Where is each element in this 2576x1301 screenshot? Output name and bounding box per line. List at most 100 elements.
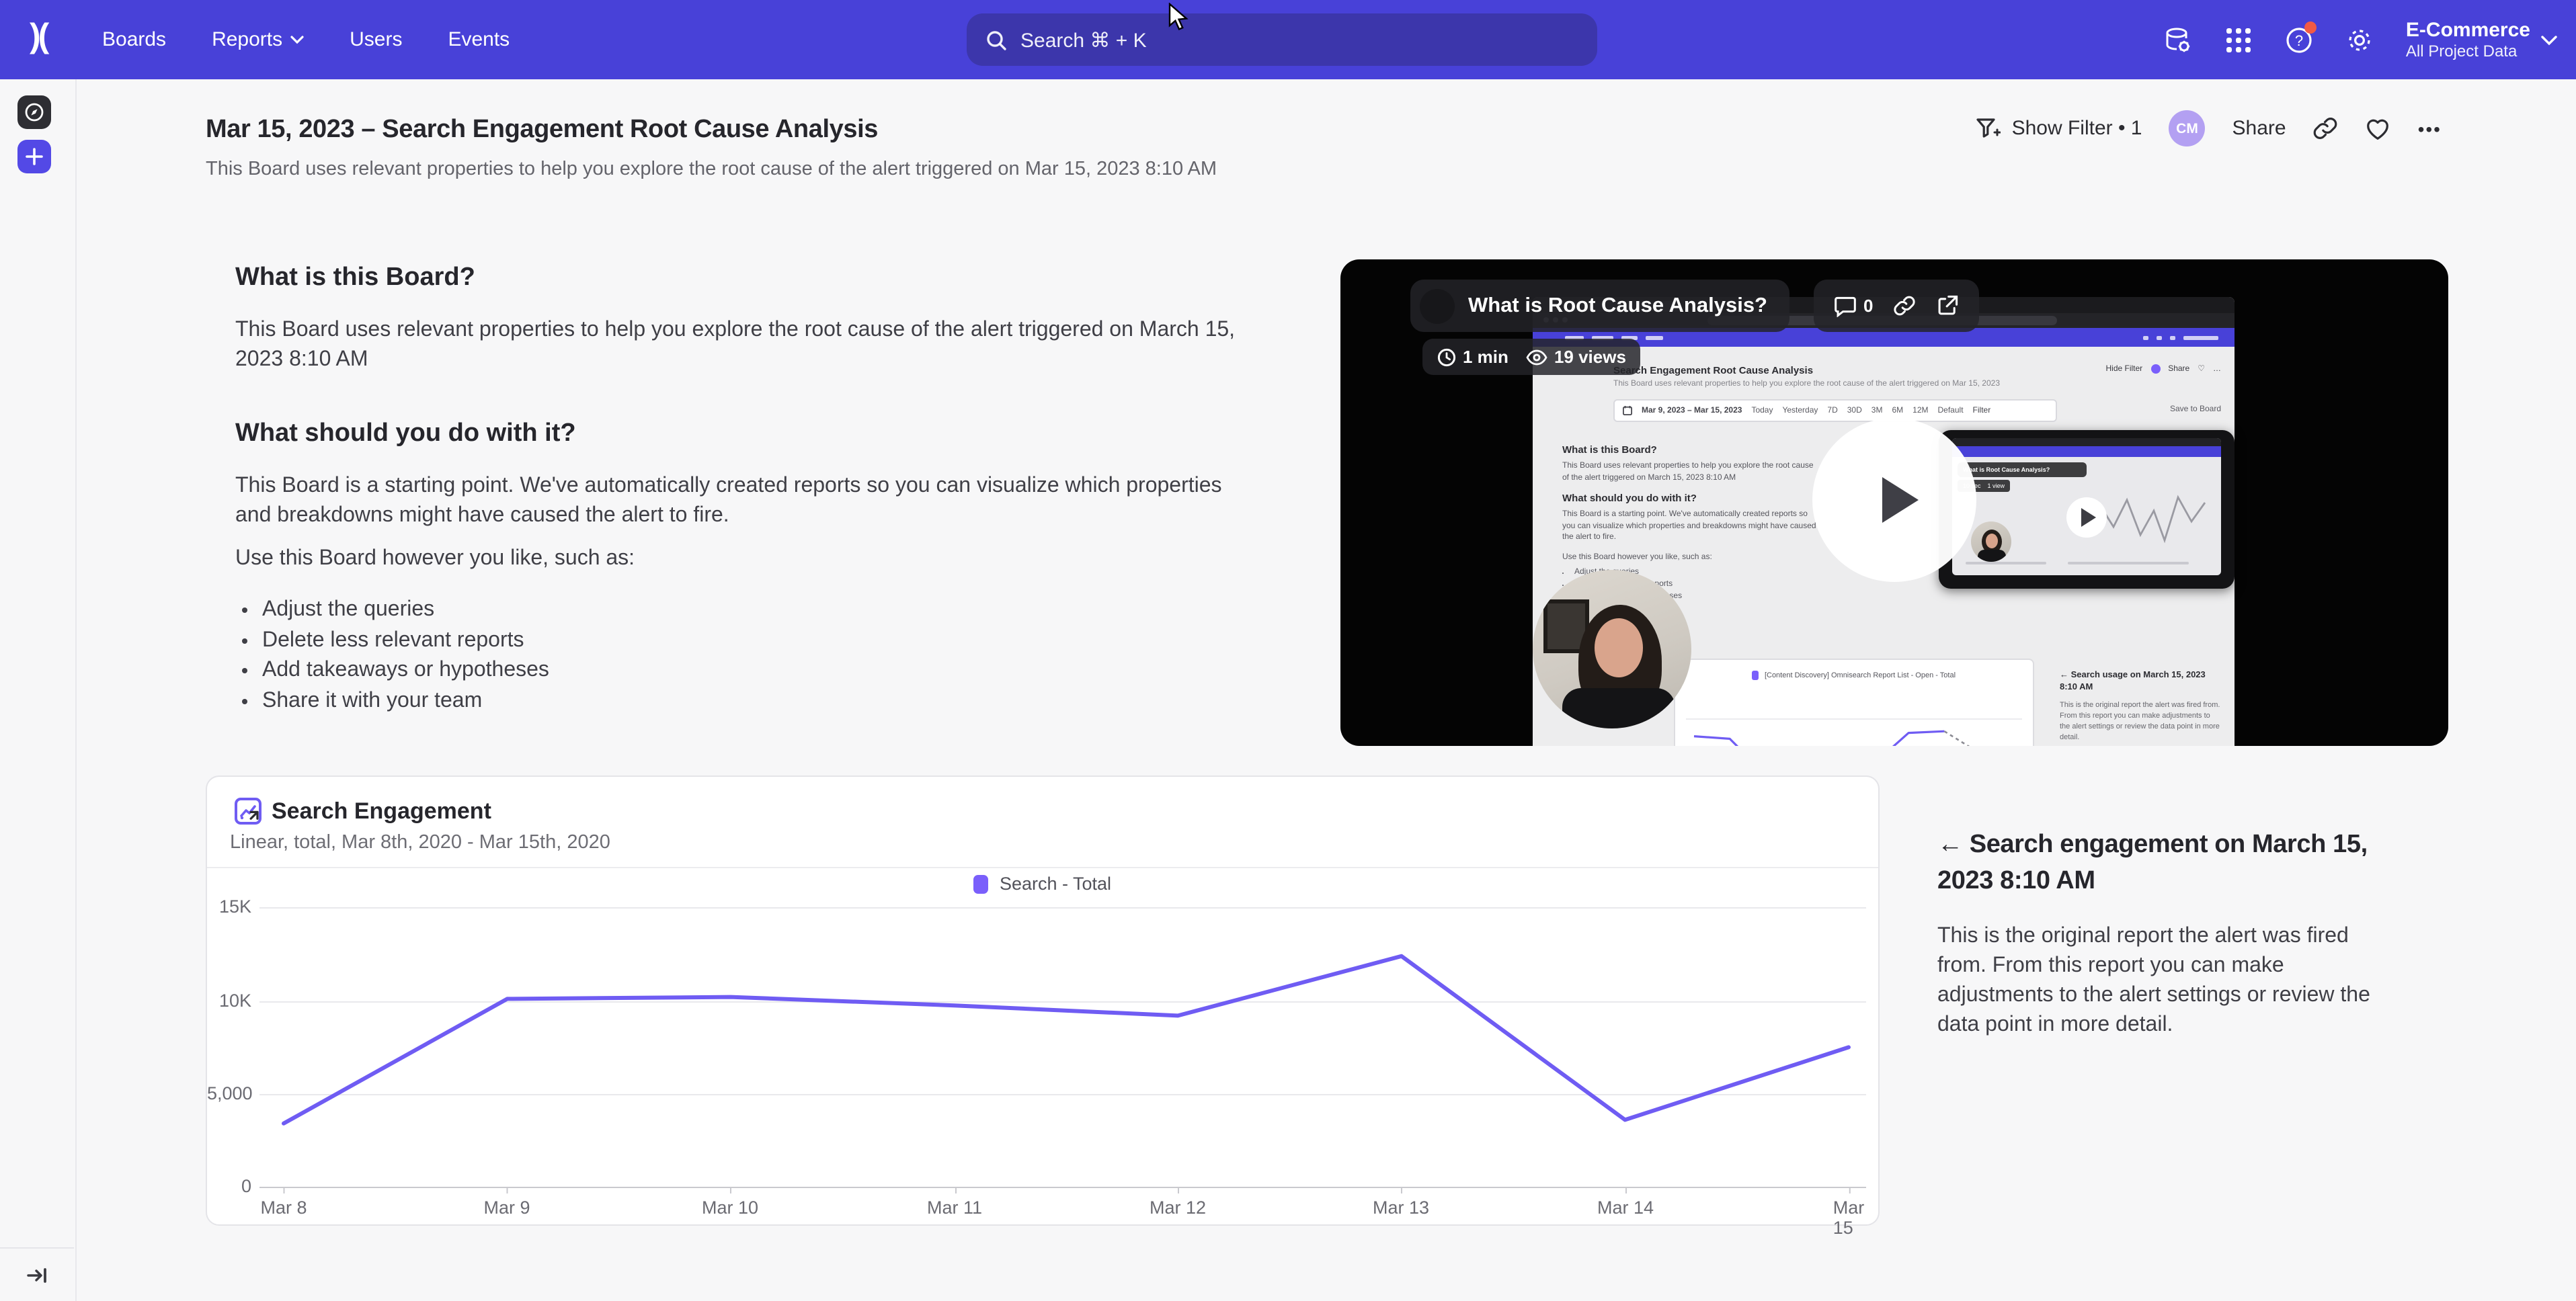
mini-date-filter: Mar 9, 2023 – Mar 15, 2023 TodayYesterda… <box>1613 399 2057 422</box>
page: )( Boards Reports Users Events Search ⌘ … <box>0 0 2576 1301</box>
calendar-icon <box>1623 406 1632 415</box>
page-title: Mar 15, 2023 – Search Engagement Root Ca… <box>206 116 878 145</box>
mini-report-card: [Content Discovery] Omnisearch Report Li… <box>1674 659 2034 746</box>
list-item: Delete less relevant reports <box>262 626 1250 656</box>
annotation-body: This is the original report the alert wa… <box>1937 922 2381 1040</box>
nested-video-thumbnail: What is Root Cause Analysis? 10 sec1 vie… <box>1939 430 2235 589</box>
presenter-webcam-bubble <box>1533 570 1691 728</box>
search-input[interactable]: Search ⌘ + K <box>967 13 1597 66</box>
project-scope: All Project Data <box>2406 42 2530 60</box>
video-player[interactable]: Search Engagement Root Cause Analysis Th… <box>1340 259 2448 746</box>
nested-video-title: What is Root Cause Analysis? <box>1958 462 2087 477</box>
mini-line-chart <box>1686 695 2022 746</box>
insights-report-icon <box>234 797 266 829</box>
show-filter-button[interactable]: Show Filter • 1 <box>1976 116 2142 140</box>
compass-icon <box>24 102 44 122</box>
x-tick-label: Mar 14 <box>1597 1198 1654 1218</box>
report-annotation: ← Search engagement on March 15, 2023 8:… <box>1937 827 2381 1040</box>
expand-sidebar-button[interactable] <box>0 1247 74 1301</box>
share-button[interactable]: Share <box>2232 117 2286 140</box>
video-logo-avatar <box>1420 288 1455 323</box>
copy-link-button[interactable] <box>2313 116 2339 141</box>
y-tick-label: 15K <box>207 896 251 917</box>
avatar <box>2150 364 2160 374</box>
chevron-down-icon <box>290 35 304 44</box>
favorite-button[interactable] <box>2366 116 2391 140</box>
comment-icon <box>1834 295 1857 317</box>
play-icon <box>1882 477 1918 523</box>
mini-board-title: Search Engagement Root Cause Analysis <box>1613 364 1813 376</box>
page-subtitle: This Board uses relevant properties to h… <box>206 159 1217 180</box>
nav-item-users[interactable]: Users <box>350 28 402 51</box>
y-tick-label: 0 <box>207 1176 251 1196</box>
video-views: 19 views <box>1526 347 1626 367</box>
help-icon[interactable]: ? <box>2285 25 2315 54</box>
intro-bullet-list: Adjust the queries Delete less relevant … <box>262 595 1250 716</box>
video-meta: 1 min 19 views <box>1422 339 1641 375</box>
x-tick-label: Mar 8 <box>260 1198 307 1218</box>
svg-text:?: ? <box>2296 32 2304 48</box>
x-tick-label: Mar 11 <box>927 1198 982 1218</box>
legend-swatch <box>974 874 989 893</box>
mixpanel-logo-icon[interactable]: )( <box>30 17 46 56</box>
video-actions: 0 <box>1814 280 1979 332</box>
x-tick-label: Mar 12 <box>1150 1198 1206 1218</box>
settings-gear-icon[interactable] <box>2345 25 2375 54</box>
report-subtitle: Linear, total, Mar 8th, 2020 - Mar 15th,… <box>230 832 610 853</box>
link-icon[interactable] <box>1893 294 1916 317</box>
plus-icon <box>26 148 43 165</box>
mini-annotation: ← Search usage on March 15, 2023 8:10 AM… <box>2060 669 2221 743</box>
x-tick-label: Mar 15 <box>1833 1198 1865 1238</box>
intro-paragraph-2: This Board is a starting point. We've au… <box>235 472 1250 531</box>
y-tick-label: 10K <box>207 991 251 1011</box>
nav-item-boards[interactable]: Boards <box>102 28 166 51</box>
video-title-bar: What is Root Cause Analysis? <box>1410 280 1789 332</box>
nav-item-reports[interactable]: Reports <box>212 28 304 51</box>
x-tick-label: Mar 10 <box>702 1198 758 1218</box>
add-board-button[interactable] <box>17 140 51 173</box>
intro-paragraph-3: Use this Board however you like, such as… <box>235 544 1250 574</box>
data-management-icon[interactable] <box>2164 25 2193 54</box>
x-tick-label: Mar 9 <box>483 1198 530 1218</box>
intro-text: What is this Board? This Board uses rele… <box>235 263 1250 716</box>
project-selector[interactable]: E-Commerce All Project Data <box>2406 19 2557 60</box>
mini-board-controls: Hide Filter Share ♡… <box>2106 364 2222 374</box>
heart-icon <box>2366 116 2391 140</box>
y-tick-label: 5,000 <box>207 1083 251 1103</box>
nav-right-cluster: ? E-Commerce All Project Data <box>2164 0 2557 79</box>
search-placeholder: Search ⌘ + K <box>1020 28 1147 52</box>
open-external-icon[interactable] <box>1936 294 1959 317</box>
board-header-controls: Show Filter • 1 CM Share ••• <box>1976 110 2442 146</box>
intro-heading-2: What should you do with it? <box>235 419 1250 449</box>
apps-grid-icon[interactable] <box>2224 25 2254 54</box>
nav-menu: Boards Reports Users Events <box>102 0 510 79</box>
video-title: What is Root Cause Analysis? <box>1468 294 1767 318</box>
intro-paragraph-1: This Board uses relevant properties to h… <box>235 316 1250 375</box>
video-comments-button[interactable]: 0 <box>1834 295 1873 317</box>
list-item: Share it with your team <box>262 686 1250 716</box>
x-tick-label: Mar 13 <box>1373 1198 1429 1218</box>
chevron-down-icon <box>2541 34 2557 45</box>
report-card-search-engagement[interactable]: Search Engagement Linear, total, Mar 8th… <box>206 775 1880 1226</box>
nested-play-button[interactable] <box>2066 497 2107 538</box>
legend-label: Search - Total <box>1000 874 1111 894</box>
clock-icon <box>1437 347 1456 366</box>
top-nav: )( Boards Reports Users Events Search ⌘ … <box>0 0 2576 79</box>
search-icon <box>985 29 1007 50</box>
line-chart[interactable] <box>259 902 1866 1187</box>
x-axis-labels: Mar 8 Mar 9 Mar 10 Mar 11 Mar 12 Mar 13 … <box>259 1198 1866 1224</box>
list-item: Add takeaways or hypotheses <box>262 656 1250 686</box>
list-item: Adjust the queries <box>262 595 1250 626</box>
divider <box>207 867 1878 868</box>
link-icon <box>2313 116 2339 141</box>
discovery-compass-button[interactable] <box>17 95 51 129</box>
more-menu-button[interactable]: ••• <box>2418 118 2442 139</box>
play-button[interactable] <box>1812 418 1976 582</box>
filter-funnel-icon <box>1976 116 2001 140</box>
left-sidebar <box>0 79 77 1301</box>
mini-save-to-board: Save to Board <box>2170 406 2221 414</box>
report-title[interactable]: Search Engagement <box>272 798 491 825</box>
nav-item-events[interactable]: Events <box>448 28 510 51</box>
avatar[interactable]: CM <box>2169 110 2206 146</box>
notification-dot <box>2305 21 2317 33</box>
